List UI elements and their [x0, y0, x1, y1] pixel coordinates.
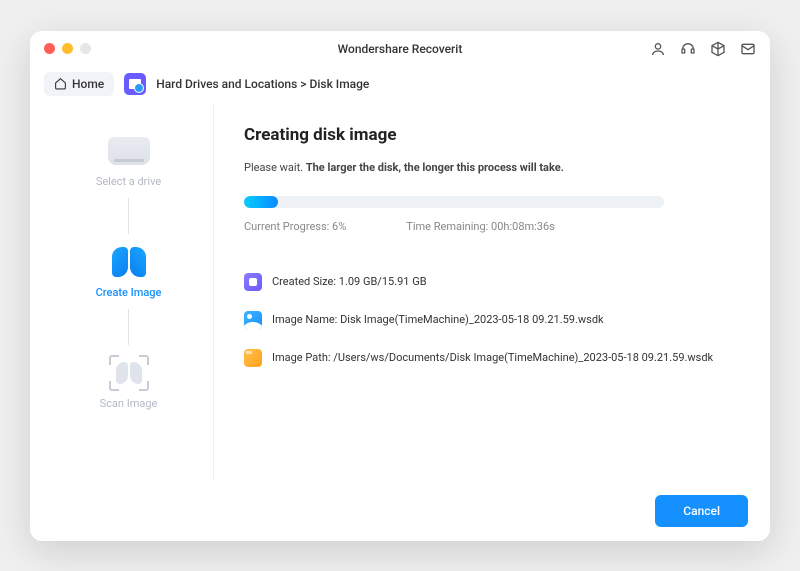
package-icon[interactable]	[710, 41, 726, 57]
home-label: Home	[72, 77, 104, 91]
created-size-value: 1.09 GB/15.91 GB	[339, 275, 427, 288]
content-area: Select a drive Create Image Scan Image C…	[30, 103, 770, 481]
page-heading: Creating disk image	[244, 125, 746, 145]
step-label: Scan Image	[100, 397, 158, 410]
progress-bar	[244, 196, 664, 208]
image-path-value: /Users/ws/Documents/Disk Image(TimeMachi…	[333, 351, 713, 364]
time-remaining-text: Time Remaining: 00h:08m:36s	[406, 220, 555, 233]
home-icon	[54, 77, 67, 90]
home-button[interactable]: Home	[44, 72, 114, 96]
wait-bold: The larger the disk, the longer this pro…	[306, 161, 564, 174]
footer: Cancel	[30, 481, 770, 541]
created-size-row: Created Size: 1.09 GB/15.91 GB	[244, 273, 746, 291]
image-path-row: Image Path: /Users/ws/Documents/Disk Ima…	[244, 349, 746, 367]
account-icon[interactable]	[650, 41, 666, 57]
steps-sidebar: Select a drive Create Image Scan Image	[44, 103, 214, 481]
header-actions	[650, 41, 756, 57]
toolbar: Home Hard Drives and Locations > Disk Im…	[30, 65, 770, 103]
step-connector	[128, 198, 129, 234]
drive-icon	[107, 133, 151, 169]
image-name-icon	[244, 311, 262, 329]
image-name-row: Image Name: Disk Image(TimeMachine)_2023…	[244, 311, 746, 329]
page-subtext: Please wait. The larger the disk, the lo…	[244, 161, 746, 174]
breadcrumb: Hard Drives and Locations > Disk Image	[156, 77, 369, 91]
progress-fill	[244, 196, 278, 208]
wait-prefix: Please wait.	[244, 161, 306, 174]
breadcrumb-root[interactable]: Hard Drives and Locations	[156, 77, 297, 91]
folder-icon	[244, 349, 262, 367]
main-panel: Creating disk image Please wait. The lar…	[214, 103, 756, 481]
progress-info: Current Progress: 6% Time Remaining: 00h…	[244, 220, 746, 233]
location-icon	[124, 73, 146, 95]
details-list: Created Size: 1.09 GB/15.91 GB Image Nam…	[244, 273, 746, 367]
mail-icon[interactable]	[740, 41, 756, 57]
titlebar: Wondershare Recoverit	[30, 31, 770, 65]
step-select-drive: Select a drive	[96, 133, 161, 188]
time-value: 00h:08m:36s	[491, 220, 555, 233]
scan-image-icon	[107, 355, 151, 391]
step-label: Select a drive	[96, 175, 161, 188]
progress-text: Current Progress: 6%	[244, 220, 346, 233]
step-label: Create Image	[96, 286, 162, 299]
progress-value: 6%	[332, 220, 346, 233]
breadcrumb-current: Disk Image	[310, 77, 370, 91]
size-icon	[244, 273, 262, 291]
support-icon[interactable]	[680, 41, 696, 57]
step-scan-image: Scan Image	[100, 355, 158, 410]
app-window: Wondershare Recoverit Home Hard Drives a…	[30, 31, 770, 541]
cancel-button[interactable]: Cancel	[655, 495, 748, 527]
step-connector	[128, 309, 129, 345]
create-image-icon	[107, 244, 151, 280]
image-name-value: Disk Image(TimeMachine)_2023-05-18 09.21…	[340, 313, 604, 326]
breadcrumb-separator: >	[297, 77, 309, 91]
step-create-image: Create Image	[96, 244, 162, 299]
